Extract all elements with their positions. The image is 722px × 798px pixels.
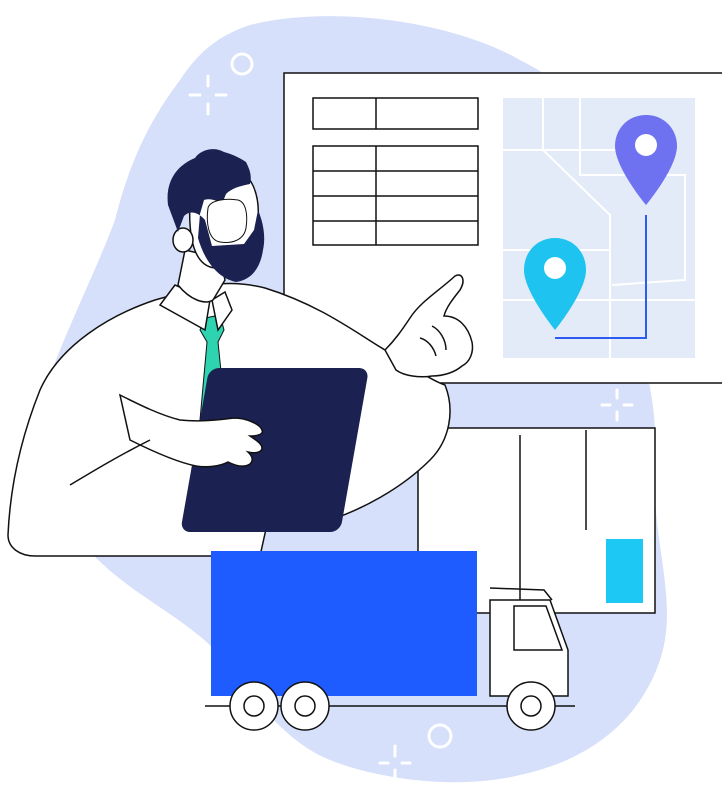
logistics-illustration (0, 0, 722, 798)
truck-wheel (506, 681, 556, 731)
truck-wheel (229, 681, 279, 731)
illustration-canvas (7, 16, 722, 783)
truck-wheel (280, 681, 330, 731)
face-highlight (206, 198, 248, 243)
ear (172, 227, 194, 253)
truck-cargo (211, 551, 477, 696)
